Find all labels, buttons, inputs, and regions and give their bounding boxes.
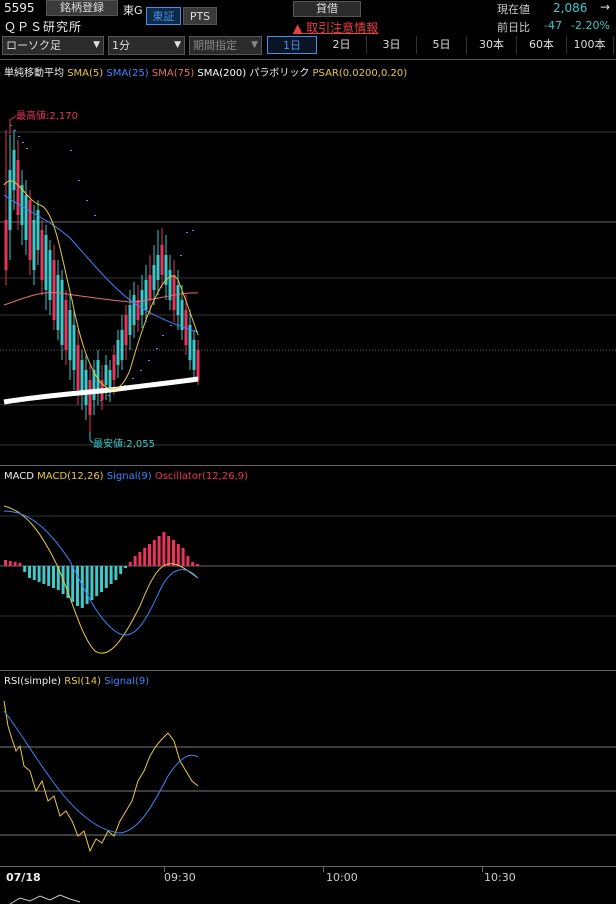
tick-1000 (323, 866, 324, 872)
price-arrow-icon: → (600, 0, 611, 14)
oscillator-bars (4, 532, 199, 608)
low-marker: 最安値:2,055 (89, 432, 155, 450)
tab-2day[interactable]: 2日 (317, 36, 367, 54)
change-pct: -2.20% (571, 19, 610, 32)
time-label-1000: 10:00 (326, 871, 358, 884)
warning-link[interactable]: ▲ 取引注意情報 (293, 19, 378, 36)
period-select[interactable]: 期間指定 ▼ (189, 36, 262, 55)
candlesticks (4, 130, 200, 432)
chart-type-select[interactable]: ローソク足 ▼ (2, 36, 104, 55)
change-label: 前日比 (497, 21, 530, 34)
date-label: 07/18 (6, 871, 41, 884)
macd-chart[interactable] (0, 466, 616, 670)
stock-name: ＱＰＳ研究所 (4, 20, 83, 34)
overview-sparkline (9, 894, 81, 904)
price-gridlines (0, 131, 616, 446)
chevron-down-icon: ▼ (251, 40, 258, 50)
high-label: 最高値:2,170 (16, 109, 78, 122)
register-button[interactable]: 銘柄登録 (46, 0, 118, 16)
time-label-0930: 09:30 (164, 871, 196, 884)
time-label-1030: 10:30 (484, 871, 516, 884)
interval-select[interactable]: 1分 ▼ (108, 36, 185, 55)
high-marker: 最高値:2,170 (9, 109, 78, 134)
market-label: 東G (123, 4, 143, 17)
chart-type-value: ローソク足 (6, 39, 61, 52)
rsi-chart[interactable] (0, 671, 616, 867)
tab-100bars[interactable]: 100本 (566, 36, 614, 54)
time-axis: 07/18 09:30 10:00 10:30 (0, 866, 616, 904)
rsi-line (3, 700, 199, 853)
low-label: 最安値:2,055 (93, 437, 155, 450)
tab-60bars[interactable]: 60本 (517, 36, 567, 54)
tab-5day[interactable]: 5日 (417, 36, 467, 54)
exchange-pts-button[interactable]: PTS (183, 7, 217, 25)
price-chart[interactable]: 最高値:2,170 最安値:2,055 (0, 60, 616, 465)
lending-button[interactable]: 貸借 (293, 1, 361, 17)
price-value: 2,086 (553, 1, 588, 15)
warning-icon: ▲ (293, 21, 303, 35)
stock-code: 5595 (4, 1, 35, 15)
warning-label: 取引注意情報 (306, 21, 379, 35)
exchange-tse-button[interactable]: 東証 (146, 7, 181, 25)
interval-value: 1分 (112, 39, 130, 52)
change-value: -47 (544, 19, 562, 32)
tick-1030 (482, 866, 483, 872)
rsi-signal-line (3, 710, 199, 834)
price-label: 現在値 (497, 3, 530, 16)
period-value: 期間指定 (193, 39, 237, 52)
chevron-down-icon: ▼ (93, 40, 100, 50)
tab-3day[interactable]: 3日 (367, 36, 417, 54)
tab-1day[interactable]: 1日 (267, 36, 317, 54)
chevron-down-icon: ▼ (174, 40, 181, 50)
tab-30bars[interactable]: 30本 (467, 36, 517, 54)
